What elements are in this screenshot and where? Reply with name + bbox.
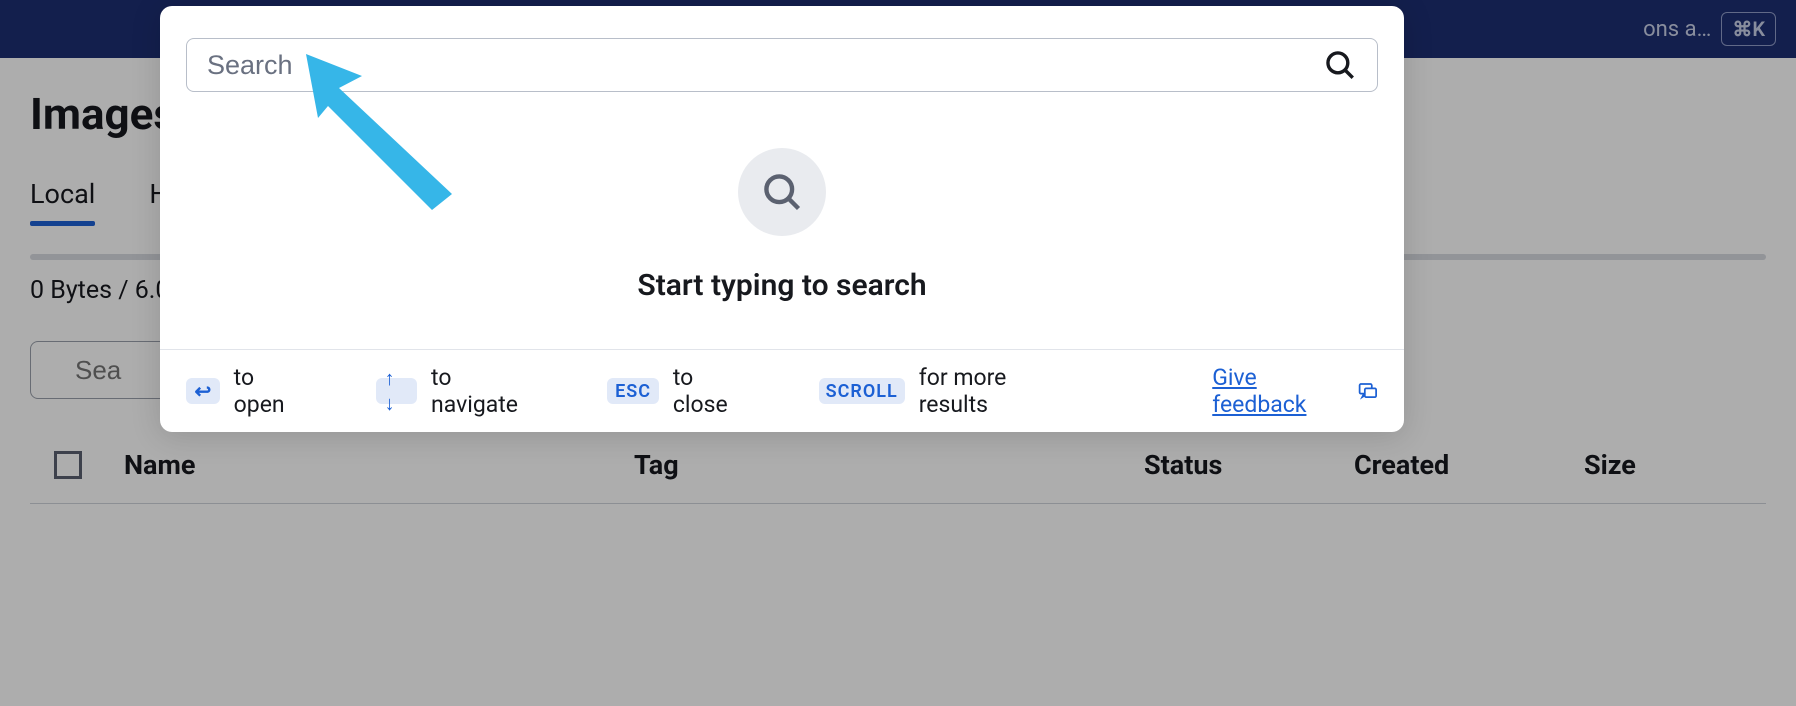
enter-key-icon: ↩ (186, 378, 220, 404)
give-feedback-link[interactable]: Give feedback (1212, 364, 1378, 418)
hint-open-label: to open (234, 364, 306, 418)
hint-close-label: to close (673, 364, 749, 418)
empty-state-text: Start typing to search (637, 268, 926, 303)
modal-footer: ↩ to open ↑ ↓ to navigate ESC to close S… (160, 349, 1404, 432)
hint-more-label: for more results (919, 364, 1073, 418)
hint-navigate: ↑ ↓ to navigate (376, 364, 538, 418)
modal-body: Start typing to search (160, 92, 1404, 349)
modal-search-box[interactable] (186, 38, 1378, 92)
empty-state-icon-circle (738, 148, 826, 236)
hint-navigate-label: to navigate (431, 364, 537, 418)
modal-search-input[interactable] (207, 50, 1323, 81)
hint-open: ↩ to open (186, 364, 306, 418)
search-modal: Start typing to search ↩ to open ↑ ↓ to … (160, 6, 1404, 432)
scroll-key-icon: SCROLL (819, 378, 905, 404)
hint-close: ESC to close (607, 364, 748, 418)
feedback-icon (1357, 380, 1378, 402)
hint-more: SCROLL for more results (819, 364, 1073, 418)
arrows-key-icon: ↑ ↓ (376, 378, 417, 404)
give-feedback-label: Give feedback (1212, 364, 1349, 418)
search-icon[interactable] (1323, 48, 1357, 82)
esc-key-icon: ESC (607, 378, 659, 404)
search-icon (760, 170, 804, 214)
